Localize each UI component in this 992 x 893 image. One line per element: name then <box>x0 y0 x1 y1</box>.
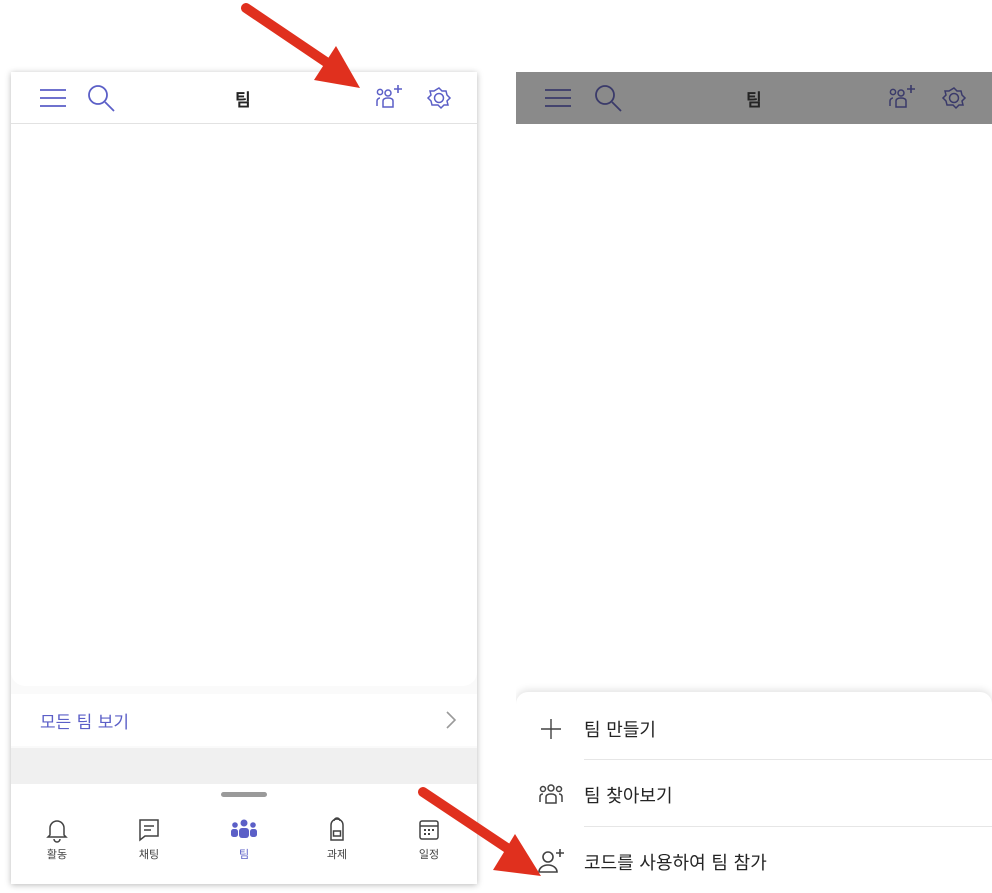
tab-label: 활동 <box>46 848 68 861</box>
chevron-right-icon <box>446 711 457 729</box>
tab-label: 팀 <box>238 848 250 861</box>
top-bar-dimmed: 팀 <box>516 72 992 124</box>
menu-item-label: 팀 만들기 <box>584 720 656 741</box>
spacer <box>11 748 477 784</box>
tab-assignments[interactable]: 과제 <box>307 817 367 867</box>
action-sheet: 팀 만들기 팀 찾아보기 코드를 사용하여 팀 참가 <box>516 692 992 893</box>
search-icon[interactable] <box>85 82 117 114</box>
search-icon <box>595 85 622 112</box>
add-team-icon[interactable] <box>373 82 405 114</box>
drag-handle[interactable] <box>221 792 267 797</box>
see-all-teams-label: 모든 팀 보기 <box>40 713 130 733</box>
teams-screen-with-menu: 팀 팀 만들기 팀 찾아보기 코드를 사용하여 팀 참가 <box>516 72 992 893</box>
settings-icon[interactable] <box>423 82 455 114</box>
plus-icon <box>541 719 561 739</box>
tab-label: 과제 <box>326 848 348 861</box>
chat-icon <box>139 819 159 842</box>
create-team-item[interactable]: 팀 만들기 <box>516 694 992 760</box>
bottom-tab-bar: 활동 채팅 팀 과제 일정 <box>11 784 477 884</box>
teams-list-area <box>11 124 477 686</box>
add-team-icon <box>889 85 915 108</box>
join-team-with-code-item[interactable]: 코드를 사용하여 팀 참가 <box>516 827 992 893</box>
see-all-teams-row[interactable]: 모든 팀 보기 <box>11 694 477 746</box>
annotation-arrow-top <box>241 3 360 88</box>
menu-item-label: 코드를 사용하여 팀 참가 <box>584 853 767 874</box>
annotation-arrow-bottom <box>418 787 541 876</box>
teams-screen: 팀 모든 팀 보기 활동 채팅 팀 과제 일정 <box>11 72 477 884</box>
settings-icon <box>941 87 967 110</box>
tab-activity[interactable]: 활동 <box>27 817 87 867</box>
tab-label: 채팅 <box>138 848 160 861</box>
browse-teams-item[interactable]: 팀 찾아보기 <box>516 760 992 826</box>
backpack-icon <box>330 817 344 841</box>
tab-chat[interactable]: 채팅 <box>119 817 179 867</box>
page-title: 팀 <box>746 91 762 111</box>
tab-teams[interactable]: 팀 <box>214 817 274 867</box>
bell-icon <box>46 820 68 843</box>
menu-item-label: 팀 찾아보기 <box>584 786 673 807</box>
hamburger-menu-icon <box>545 89 571 107</box>
hamburger-menu-icon[interactable] <box>37 82 69 114</box>
teams-icon <box>231 819 257 838</box>
